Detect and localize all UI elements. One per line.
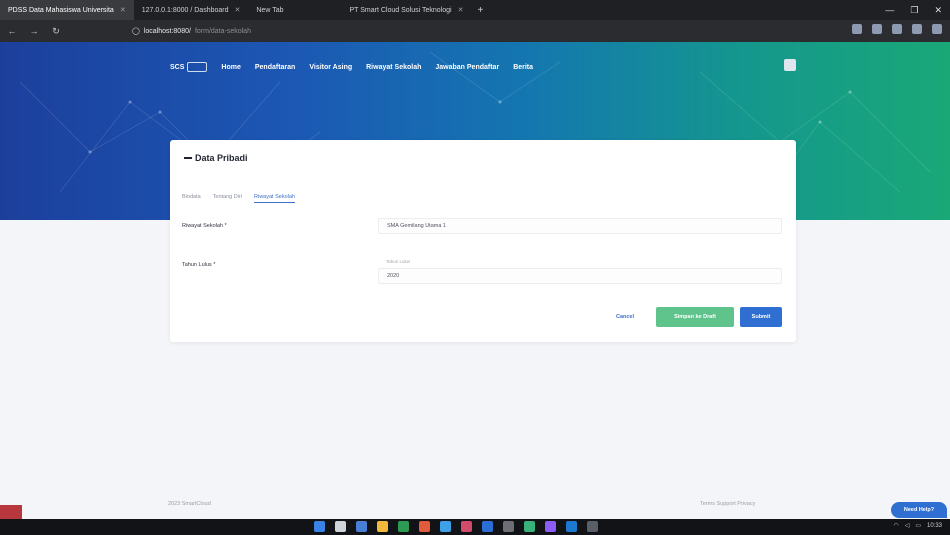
footer-links[interactable]: Terms Support Privacy (700, 501, 755, 507)
site-logo[interactable]: SCS (170, 62, 208, 72)
tab-label: New Tab (256, 6, 284, 14)
footer-copyright: 2023 SmartCloud (168, 501, 211, 507)
card-title: Data Pribadi (184, 153, 248, 163)
os-taskbar: ◠ ◁ ▭ 10:33 (0, 519, 950, 535)
clock[interactable]: 10:33 (927, 523, 942, 529)
page-title: Data Pribadi (195, 153, 248, 163)
tahun-lulus-floating-label: Tahun Lulus (386, 259, 411, 264)
close-icon[interactable]: ✕ (458, 6, 464, 14)
window-controls: — ❐ ✕ (885, 0, 942, 20)
profile-icon[interactable] (932, 24, 942, 34)
lock-icon: ◯ (132, 28, 140, 35)
site-navigation: SCS Home Pendaftaran Visitor Asing Riway… (170, 62, 533, 72)
vscode-icon[interactable] (440, 521, 451, 532)
tab-tentang-diri[interactable]: Tentang Diri (213, 194, 242, 203)
close-icon[interactable]: ✕ (120, 6, 126, 14)
user-avatar[interactable] (784, 59, 796, 71)
taskbar-apps (314, 521, 598, 532)
system-tray: ◠ ◁ ▭ 10:33 (893, 522, 942, 530)
submit-button[interactable]: Submit (740, 307, 782, 327)
nav-riwayat[interactable]: Riwayat Sekolah (366, 64, 421, 71)
task-view-icon[interactable] (356, 521, 367, 532)
save-draft-button[interactable]: Simpan ke Draft (656, 307, 734, 327)
form-card: Data Pribadi Biodata Tentang Diri Riwaya… (170, 140, 796, 342)
logo-mark-icon (187, 62, 208, 72)
nav-pendaftaran[interactable]: Pendaftaran (255, 64, 295, 71)
tahun-lulus-value: 2020 (387, 273, 400, 279)
extension-icon[interactable] (852, 24, 862, 34)
maximize-icon[interactable]: ❐ (910, 5, 918, 16)
tab-label: 127.0.0.1:8000 / Dashboard (141, 6, 229, 14)
app-icon[interactable] (566, 521, 577, 532)
close-icon[interactable]: ✕ (235, 6, 241, 14)
side-indicator (0, 505, 22, 519)
url-path: form/data-sekolah (194, 27, 251, 35)
tahun-lulus-label: Tahun Lulus * (182, 262, 216, 268)
tab-biodata[interactable]: Biodata (182, 194, 201, 203)
new-tab-icon[interactable]: + (471, 5, 489, 16)
extension-icons (852, 24, 942, 34)
app-icon[interactable] (503, 521, 514, 532)
url-host: localhost:8080/ (143, 27, 191, 35)
url-bar[interactable]: ◯ localhost:8080/ form/data-sekolah (132, 24, 251, 38)
minimize-icon[interactable]: — (885, 5, 894, 15)
battery-icon[interactable]: ▭ (915, 522, 921, 529)
cancel-button[interactable]: Cancel (606, 307, 644, 327)
browser-tab-4[interactable]: PT Smart Cloud Solusi Teknologi ✕ (341, 0, 471, 20)
browser-tab-3[interactable]: New Tab (248, 0, 291, 20)
nav-visitor[interactable]: Visitor Asing (309, 64, 352, 71)
browser-toolbar: ← → ↻ ◯ localhost:8080/ form/data-sekola… (0, 20, 950, 42)
nav-berita[interactable]: Berita (513, 64, 533, 71)
app-icon[interactable] (482, 521, 493, 532)
extension-icon[interactable] (892, 24, 902, 34)
help-chat-button[interactable]: Need Help? (891, 502, 947, 518)
start-icon[interactable] (314, 521, 325, 532)
app-icon[interactable] (461, 521, 472, 532)
riwayat-sekolah-value: SMA Gemilang Utama 1 (387, 223, 446, 229)
app-icon[interactable] (524, 521, 535, 532)
app-icon[interactable] (587, 521, 598, 532)
form-tabs: Biodata Tentang Diri Riwayat Sekolah (182, 194, 295, 203)
volume-icon[interactable]: ◁ (905, 522, 910, 529)
browser-tabbar: PDSS Data Mahasiswa Universita ✕ 127.0.0.… (0, 0, 950, 20)
file-explorer-icon[interactable] (377, 521, 388, 532)
chrome-icon[interactable] (398, 521, 409, 532)
extension-icon[interactable] (912, 24, 922, 34)
reload-icon[interactable]: ↻ (50, 26, 62, 37)
logo-text: SCS (170, 63, 185, 71)
riwayat-sekolah-label: Riwayat Sekolah * (182, 223, 227, 229)
nav-home[interactable]: Home (221, 64, 240, 71)
app-icon[interactable] (419, 521, 430, 532)
app-icon[interactable] (545, 521, 556, 532)
riwayat-sekolah-input[interactable]: SMA Gemilang Utama 1 (378, 218, 782, 234)
browser-tab-2[interactable]: 127.0.0.1:8000 / Dashboard ✕ (134, 0, 249, 20)
tahun-lulus-input[interactable]: 2020 (378, 268, 782, 284)
tab-riwayat-sekolah[interactable]: Riwayat Sekolah (254, 194, 295, 203)
tab-label: PDSS Data Mahasiswa Universita (8, 6, 114, 14)
back-icon[interactable]: ← (6, 26, 18, 36)
search-icon[interactable] (335, 521, 346, 532)
forward-icon[interactable]: → (28, 26, 40, 36)
extension-icon[interactable] (872, 24, 882, 34)
title-accent (184, 157, 192, 159)
tab-label: PT Smart Cloud Solusi Teknologi (349, 6, 452, 14)
nav-jawaban[interactable]: Jawaban Pendaftar (435, 64, 499, 71)
browser-tab-1[interactable]: PDSS Data Mahasiswa Universita ✕ (0, 0, 134, 20)
wifi-icon[interactable]: ◠ (893, 522, 898, 529)
window-close-icon[interactable]: ✕ (934, 5, 942, 16)
